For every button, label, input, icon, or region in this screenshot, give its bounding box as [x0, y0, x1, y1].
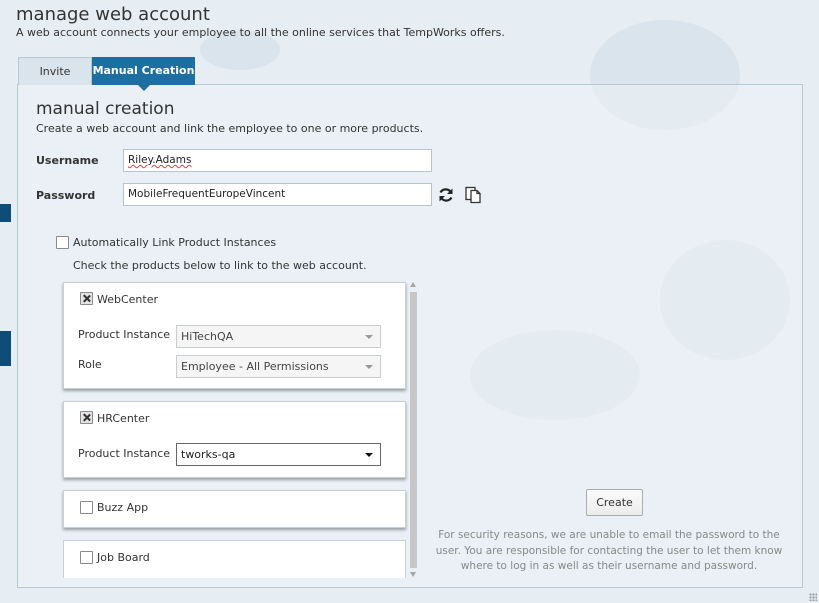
auto-link-checkbox[interactable]	[56, 236, 69, 249]
page-title: manage web account	[16, 4, 210, 25]
role-select[interactable]: Employee - All Permissions	[176, 355, 381, 378]
side-marker	[0, 331, 11, 366]
security-note: For security reasons, we are unable to e…	[435, 529, 783, 572]
products-scrollbar[interactable]	[409, 282, 418, 577]
scrollbar-thumb[interactable]	[410, 292, 417, 568]
product-name: WebCenter	[97, 293, 159, 306]
role-value: Employee - All Permissions	[181, 360, 329, 373]
section-title: manual creation	[36, 99, 175, 119]
password-field[interactable]: MobileFrequentEuropeVincent	[123, 183, 432, 206]
product-card-buzz-app: Buzz App	[63, 490, 406, 528]
resize-grip-icon[interactable]	[809, 593, 817, 601]
job-board-checkbox[interactable]	[80, 551, 93, 564]
username-field[interactable]: Riley.Adams	[123, 149, 432, 172]
scroll-down-icon[interactable]	[410, 572, 416, 577]
refresh-icon[interactable]	[437, 186, 455, 204]
product-card-webcenter: WebCenter Product Instance HiTechQA Role…	[63, 282, 406, 389]
product-instance-label: Product Instance	[78, 447, 171, 460]
username-value: Riley.Adams	[128, 154, 192, 166]
create-button[interactable]: Create	[586, 489, 643, 516]
product-instance-select[interactable]: tworks-qa	[176, 443, 381, 466]
product-name: Job Board	[97, 551, 150, 564]
products-hint: Check the products below to link to the …	[73, 259, 367, 272]
auto-link-label: Automatically Link Product Instances	[73, 236, 277, 249]
password-value: MobileFrequentEuropeVincent	[128, 188, 286, 200]
product-card-job-board: Job Board	[63, 540, 406, 578]
scroll-up-icon[interactable]	[410, 282, 416, 287]
tab-invite[interactable]: Invite	[18, 57, 92, 85]
chevron-down-icon	[365, 365, 373, 369]
product-name: Buzz App	[97, 501, 149, 514]
buzz-app-checkbox[interactable]	[80, 501, 93, 514]
tab-manual-creation[interactable]: Manual Creation	[92, 57, 195, 91]
product-card-hrcenter: HRCenter Product Instance tworks-qa	[63, 401, 406, 478]
side-marker	[0, 204, 11, 222]
product-instance-value: tworks-qa	[181, 448, 236, 461]
webcenter-checkbox[interactable]	[80, 292, 93, 305]
username-label: Username	[36, 154, 99, 167]
page-subtitle: A web account connects your employee to …	[16, 26, 505, 39]
section-subtitle: Create a web account and link the employ…	[36, 122, 424, 135]
product-name: HRCenter	[97, 412, 150, 425]
chevron-down-icon	[365, 335, 373, 339]
product-instance-label: Product Instance	[78, 328, 171, 341]
product-instance-select[interactable]: HiTechQA	[176, 325, 381, 348]
product-instance-value: HiTechQA	[181, 330, 234, 343]
role-label: Role	[78, 358, 102, 371]
password-label: Password	[36, 189, 96, 202]
copy-icon[interactable]	[464, 186, 482, 204]
chevron-down-icon	[365, 453, 373, 457]
hrcenter-checkbox[interactable]	[80, 411, 93, 424]
